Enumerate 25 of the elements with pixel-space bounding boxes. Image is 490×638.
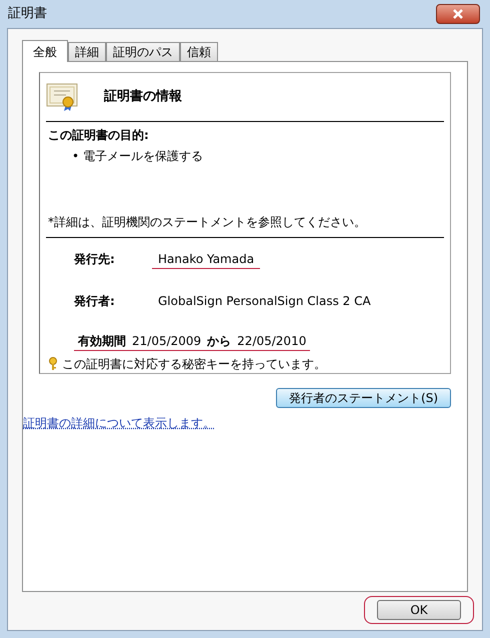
field-label: 発行者: [74, 293, 116, 310]
validity-label: 有効期間 [78, 333, 126, 350]
field-value: GlobalSign PersonalSign Class 2 CA [157, 293, 372, 310]
purpose-title: この証明書の目的: [48, 127, 150, 144]
key-icon [48, 357, 58, 371]
purpose-item: • 電子メールを保護する [71, 148, 204, 165]
issuer-statement-button[interactable]: 発行者のステートメント(S) [276, 388, 451, 408]
private-key-note: この証明書に対応する秘密キーを持っています。 [62, 356, 326, 373]
statement-note: *詳細は、証明機関のステートメントを参照してください。 [47, 214, 367, 231]
tab[interactable]: 全般 [22, 40, 68, 62]
window-title: 証明書 [8, 5, 47, 24]
close-icon [453, 9, 463, 19]
valid-to-date: 22/05/2010 [237, 333, 306, 350]
validity-connector: から [207, 333, 232, 350]
field-label: 発行先: [74, 251, 116, 268]
info-heading: 証明書の情報 [104, 88, 182, 106]
ok-button[interactable]: OK [377, 600, 461, 620]
valid-from-date: 21/05/2009 [132, 333, 202, 350]
close-button[interactable] [436, 4, 480, 24]
certificate-icon [46, 82, 78, 112]
tab[interactable]: 詳細 [68, 42, 106, 61]
tab[interactable]: 信頼 [180, 42, 218, 61]
tab[interactable]: 証明のパス [106, 42, 180, 61]
field-value: Hanako Yamada [152, 250, 260, 268]
certificate-details-link[interactable]: 証明書の詳細について表示します。 [23, 416, 215, 430]
